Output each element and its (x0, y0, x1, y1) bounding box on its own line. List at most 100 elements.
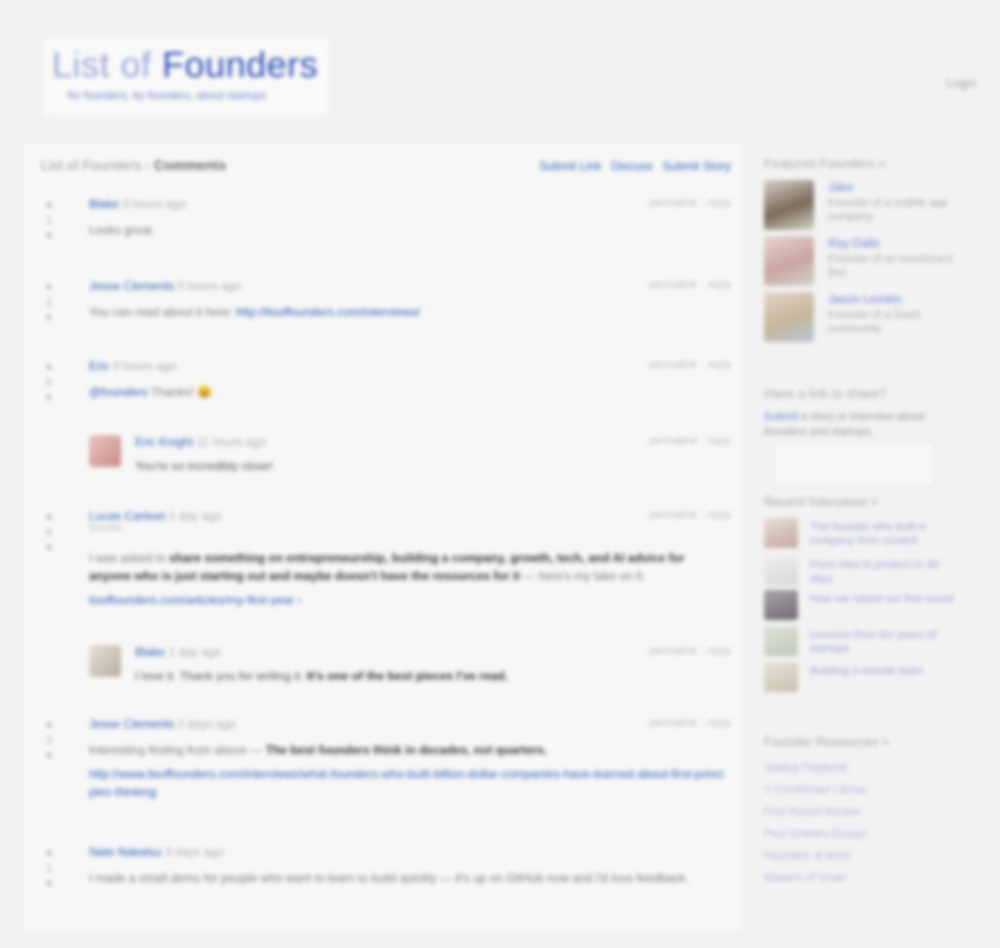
divider (37, 833, 731, 834)
recent-interviews-heading[interactable]: Recent Interviews » (764, 494, 878, 509)
downvote-icon[interactable]: ▼ (44, 543, 54, 554)
upvote-icon[interactable]: ▲ (44, 361, 54, 372)
login-link[interactable]: Login (947, 76, 976, 90)
vote-widget[interactable]: ▲ 0 ▼ (29, 359, 69, 407)
comment-author-link[interactable]: Jesse Clements (89, 279, 174, 293)
submit-link-button[interactable]: Submit Link (539, 159, 602, 173)
comment-actions[interactable]: permalink · reply (650, 359, 731, 371)
reply-timestamp: 1 day ago (165, 645, 222, 659)
downvote-icon[interactable]: ▼ (44, 231, 54, 242)
recent-interview[interactable]: Lessons from ten years of startups (764, 626, 964, 656)
comment-actions[interactable]: permalink · reply (650, 197, 731, 209)
upvote-icon[interactable]: ▲ (44, 281, 54, 292)
avatar[interactable] (89, 645, 121, 677)
comment-link[interactable]: lisoffounders.com/articles/my-first-year… (89, 593, 302, 607)
recent-interview-title[interactable]: Lessons from ten years of startups (810, 628, 960, 656)
vote-widget[interactable]: ▲ 3 ▼ (29, 717, 69, 765)
avatar[interactable] (764, 236, 814, 286)
comment-body: Interesting finding from above — The bes… (89, 741, 729, 801)
comment-author-link[interactable]: Eric (89, 359, 110, 373)
resource-link[interactable]: First Round Review (764, 806, 954, 818)
comment-actions[interactable]: permalink · reply (650, 279, 731, 291)
recent-interview[interactable]: From idea to product in 30 days (764, 556, 964, 586)
downvote-icon[interactable]: ▼ (44, 393, 54, 404)
vote-widget[interactable]: ▲ 1 ▼ (29, 845, 69, 893)
reply-actions[interactable]: permalink · reply (650, 645, 731, 657)
vote-count: 1 (45, 863, 53, 875)
downvote-icon[interactable]: ▼ (44, 879, 54, 890)
resource-link[interactable]: Y Combinator Library (764, 784, 954, 796)
featured-founders-heading[interactable]: Featured Founders » (764, 156, 885, 171)
vote-widget[interactable]: ▲ 2 ▼ (29, 279, 69, 327)
panel-actions: Submit Link Discuss Submit Story (533, 159, 731, 173)
reply-bold-text: It's one of the best pieces I've read. (306, 669, 508, 683)
resource-link[interactable]: Startup Playbook (764, 762, 954, 774)
upvote-icon[interactable]: ▲ (44, 511, 54, 522)
upvote-icon[interactable]: ▲ (44, 847, 54, 858)
downvote-icon[interactable]: ▼ (44, 751, 54, 762)
reply-timestamp: 11 hours ago (193, 435, 266, 449)
panel-header: List of Founders › Comments Submit Link … (41, 157, 731, 177)
site-logo[interactable]: List of Founders for founders, by founde… (44, 38, 328, 116)
resources-heading[interactable]: Founder Resources » (764, 734, 889, 749)
vote-widget[interactable]: ▲ 4 ▼ (29, 509, 69, 557)
reply-body: You're so incredibly close! (135, 459, 273, 473)
founder-name[interactable]: Jake (828, 180, 853, 194)
comment-author-link[interactable]: Blake (89, 197, 119, 211)
mention-link[interactable]: @founders (89, 385, 148, 399)
comment-timestamp: 5 hours ago (174, 279, 242, 293)
comment-link[interactable]: http://www.lisoffounders.com/interviews/… (89, 767, 724, 799)
comment-text: You can read about it here: (89, 305, 236, 319)
avatar[interactable] (764, 292, 814, 342)
reply-author-link[interactable]: Blake (135, 645, 165, 659)
comment-link[interactable]: http://lisoffounders.com/interviews/ (236, 305, 420, 319)
recent-interview[interactable]: Building a remote team (764, 662, 964, 692)
comment-author-link[interactable]: Nate Nakatsu (89, 845, 162, 859)
recent-interview-title[interactable]: The founder who built a company from scr… (810, 520, 960, 548)
resource-link[interactable]: Masters of Scale (764, 872, 954, 884)
recent-interview-title[interactable]: How we raised our first round (810, 592, 960, 606)
recent-interview[interactable]: How we raised our first round (764, 590, 964, 620)
vote-count: 0 (45, 377, 53, 389)
comment-author-link[interactable]: Jesse Clements (89, 717, 174, 731)
reply-author-link[interactable]: Eric Knight (135, 435, 193, 449)
upvote-icon[interactable]: ▲ (44, 719, 54, 730)
vote-count: 2 (45, 297, 53, 309)
submit-link[interactable]: Submit (764, 411, 798, 423)
upvote-icon[interactable]: ▲ (44, 199, 54, 210)
comment-timestamp: 9 hours ago (109, 359, 177, 373)
comment-bold-text: share something on entrepreneurship, bui… (169, 551, 685, 565)
recent-interview[interactable]: The founder who built a company from scr… (764, 518, 964, 548)
founder-name[interactable]: Jason Lemkin (828, 292, 902, 306)
featured-founder[interactable]: Jake Founder of a mobile app company (764, 180, 974, 230)
comment-item: ▲ 2 ▼ Jesse Clements 5 hours ago permalink… (23, 279, 743, 349)
recent-interview-title[interactable]: From idea to product in 30 days (810, 558, 960, 586)
recent-interview-title[interactable]: Building a remote team (810, 664, 960, 678)
avatar[interactable] (764, 180, 814, 230)
featured-founder[interactable]: Ray Dalio Founder of an investment firm (764, 236, 974, 286)
comment-meta: Eric 9 hours ago (89, 359, 176, 373)
comment-item: ▲ 1 ▼ Blake 3 hours ago permalink · reply … (23, 197, 743, 267)
vote-widget[interactable]: ▲ 1 ▼ (29, 197, 69, 245)
comment-actions[interactable]: permalink · reply (650, 717, 731, 729)
comment-item: ▲ 1 ▼ Nate Nakatsu 3 days ago I made a sma… (23, 845, 743, 915)
comment-text: — here's my take on it. (519, 569, 646, 583)
comment-timestamp: 2 days ago (174, 717, 237, 731)
featured-founder[interactable]: Jason Lemkin Founder of a SaaS community (764, 292, 974, 342)
comment-author-link[interactable]: Lucas Carlson (89, 509, 166, 523)
avatar[interactable] (89, 435, 121, 467)
comment-actions[interactable]: permalink · reply (650, 509, 731, 521)
resource-link[interactable]: Paul Graham Essays (764, 828, 954, 840)
reply-text: I love it. Thank you for writing it. (135, 669, 307, 683)
resource-link[interactable]: Founders at Work (764, 850, 954, 862)
downvote-icon[interactable]: ▼ (44, 313, 54, 324)
founder-desc: Founder of an investment firm (828, 253, 953, 279)
reply-actions[interactable]: permalink · reply (650, 435, 731, 447)
founder-desc: Founder of a SaaS community (828, 309, 921, 335)
founder-name[interactable]: Ray Dalio (828, 236, 880, 250)
comment-text: Thanks! 😀 (147, 385, 212, 399)
breadcrumb-root[interactable]: List of Founders › (41, 157, 150, 173)
discuss-button[interactable]: Discuss (611, 159, 653, 173)
submit-story-button[interactable]: Submit Story (662, 159, 731, 173)
comment-bold-text: The best founders think in decades, not … (265, 743, 548, 757)
